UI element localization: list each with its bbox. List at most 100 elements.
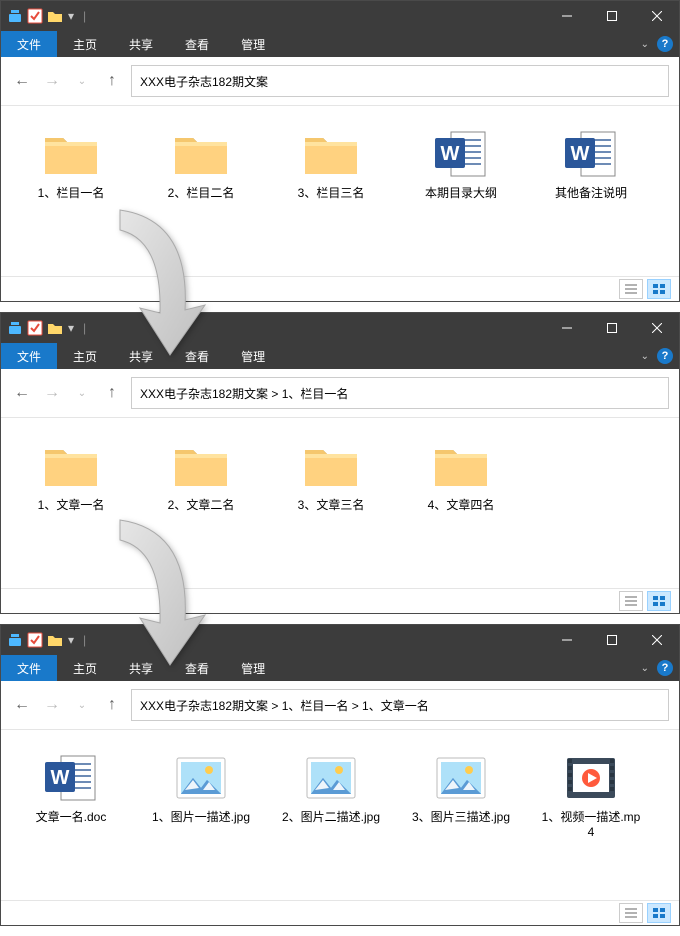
minimize-button[interactable] (544, 313, 589, 343)
content-area: 1、文章一名 2、文章二名 3、文章三名 4、文章四名 (1, 418, 679, 588)
folder-item[interactable]: 3、栏目三名 (281, 126, 381, 201)
maximize-button[interactable] (589, 313, 634, 343)
nav-forward-button[interactable]: → (41, 382, 63, 404)
item-label: 1、视频一描述.mp4 (541, 808, 641, 839)
ribbon-collapse-icon[interactable]: ⌄ (641, 663, 649, 674)
tab-manage[interactable]: 管理 (225, 31, 281, 57)
ribbon-tabs: 文件 主页 共享 查看 管理 ⌄ ? (1, 31, 679, 57)
close-button[interactable] (634, 313, 679, 343)
view-icons-button[interactable] (647, 591, 671, 611)
tab-manage[interactable]: 管理 (225, 343, 281, 369)
maximize-button[interactable] (589, 625, 634, 655)
folder-icon (301, 438, 361, 490)
addressbar: ← → ⌄ ↑ XXX电子杂志182期文案 (1, 57, 679, 106)
qat-folder-icon[interactable] (47, 320, 63, 336)
tab-share[interactable]: 共享 (113, 343, 169, 369)
statusbar (1, 588, 679, 613)
minimize-button[interactable] (544, 625, 589, 655)
view-icons-button[interactable] (647, 903, 671, 923)
item-label: 2、图片二描述.jpg (282, 808, 380, 825)
tab-file[interactable]: 文件 (1, 31, 57, 57)
image-icon (171, 750, 231, 802)
items-grid: 文章一名.doc 1、图片一描述.jpg 2、图片二描述.jpg 3、图片三描述… (21, 750, 659, 839)
help-icon[interactable]: ? (657, 36, 673, 52)
qat-dropdown-icon[interactable]: ▾ (67, 324, 75, 332)
ribbon-collapse-icon[interactable]: ⌄ (641, 39, 649, 50)
maximize-button[interactable] (589, 1, 634, 31)
nav-back-button[interactable]: ← (11, 70, 33, 92)
tab-share[interactable]: 共享 (113, 31, 169, 57)
view-details-button[interactable] (619, 279, 643, 299)
explorer-window: ▾ | 文件 主页 共享 查看 管理 ⌄ ? ← → ⌄ ↑ XXX电子杂志18… (0, 0, 680, 302)
image-item[interactable]: 3、图片三描述.jpg (411, 750, 511, 839)
tab-file[interactable]: 文件 (1, 343, 57, 369)
folder-item[interactable]: 2、栏目二名 (151, 126, 251, 201)
close-button[interactable] (634, 625, 679, 655)
folder-item[interactable]: 1、文章一名 (21, 438, 121, 513)
folder-item[interactable]: 1、栏目一名 (21, 126, 121, 201)
ribbon-collapse-icon[interactable]: ⌄ (641, 351, 649, 362)
qat-checkbox-icon[interactable] (27, 8, 43, 24)
qat-dropdown-icon[interactable]: ▾ (67, 636, 75, 644)
statusbar (1, 276, 679, 301)
word-item[interactable]: 本期目录大纲 (411, 126, 511, 201)
folder-item[interactable]: 3、文章三名 (281, 438, 381, 513)
nav-back-button[interactable]: ← (11, 694, 33, 716)
nav-up-button[interactable]: ↑ (101, 694, 123, 716)
image-item[interactable]: 1、图片一描述.jpg (151, 750, 251, 839)
folder-item[interactable]: 2、文章二名 (151, 438, 251, 513)
explorer-window: ▾ | 文件 主页 共享 查看 管理 ⌄ ? ← → ⌄ ↑ XXX电子杂志18… (0, 312, 680, 614)
nav-up-button[interactable]: ↑ (101, 70, 123, 92)
titlebar: ▾ | (1, 1, 679, 31)
word-item[interactable]: 其他备注说明 (541, 126, 641, 201)
image-icon (431, 750, 491, 802)
address-input[interactable]: XXX电子杂志182期文案 > 1、栏目一名 > 1、文章一名 (131, 689, 669, 721)
word-icon (41, 750, 101, 802)
tab-view[interactable]: 查看 (169, 31, 225, 57)
view-icons-button[interactable] (647, 279, 671, 299)
help-icon[interactable]: ? (657, 660, 673, 676)
qat-properties-icon[interactable] (7, 320, 23, 336)
close-button[interactable] (634, 1, 679, 31)
word-item[interactable]: 文章一名.doc (21, 750, 121, 839)
ribbon-tabs: 文件 主页 共享 查看 管理 ⌄ ? (1, 343, 679, 369)
item-label: 文章一名.doc (36, 808, 107, 825)
titlebar: ▾ | (1, 313, 679, 343)
video-item[interactable]: 1、视频一描述.mp4 (541, 750, 641, 839)
help-icon[interactable]: ? (657, 348, 673, 364)
nav-recent-dropdown[interactable]: ⌄ (71, 70, 93, 92)
address-input[interactable]: XXX电子杂志182期文案 > 1、栏目一名 (131, 377, 669, 409)
nav-back-button[interactable]: ← (11, 382, 33, 404)
tab-home[interactable]: 主页 (57, 655, 113, 681)
nav-forward-button[interactable]: → (41, 694, 63, 716)
addressbar: ← → ⌄ ↑ XXX电子杂志182期文案 > 1、栏目一名 > 1、文章一名 (1, 681, 679, 730)
nav-up-button[interactable]: ↑ (101, 382, 123, 404)
minimize-button[interactable] (544, 1, 589, 31)
view-details-button[interactable] (619, 903, 643, 923)
statusbar (1, 900, 679, 925)
qat-folder-icon[interactable] (47, 632, 63, 648)
nav-recent-dropdown[interactable]: ⌄ (71, 382, 93, 404)
tab-manage[interactable]: 管理 (225, 655, 281, 681)
tab-file[interactable]: 文件 (1, 655, 57, 681)
tab-view[interactable]: 查看 (169, 343, 225, 369)
nav-forward-button[interactable]: → (41, 70, 63, 92)
tab-view[interactable]: 查看 (169, 655, 225, 681)
image-item[interactable]: 2、图片二描述.jpg (281, 750, 381, 839)
qat-dropdown-icon[interactable]: ▾ (67, 12, 75, 20)
items-grid: 1、文章一名 2、文章二名 3、文章三名 4、文章四名 (21, 438, 659, 513)
item-label: 2、栏目二名 (168, 184, 235, 201)
qat-checkbox-icon[interactable] (27, 320, 43, 336)
tab-home[interactable]: 主页 (57, 343, 113, 369)
tab-home[interactable]: 主页 (57, 31, 113, 57)
address-input[interactable]: XXX电子杂志182期文案 (131, 65, 669, 97)
tab-share[interactable]: 共享 (113, 655, 169, 681)
qat-checkbox-icon[interactable] (27, 632, 43, 648)
qat-properties-icon[interactable] (7, 632, 23, 648)
folder-item[interactable]: 4、文章四名 (411, 438, 511, 513)
folder-icon (301, 126, 361, 178)
qat-folder-icon[interactable] (47, 8, 63, 24)
nav-recent-dropdown[interactable]: ⌄ (71, 694, 93, 716)
qat-properties-icon[interactable] (7, 8, 23, 24)
view-details-button[interactable] (619, 591, 643, 611)
